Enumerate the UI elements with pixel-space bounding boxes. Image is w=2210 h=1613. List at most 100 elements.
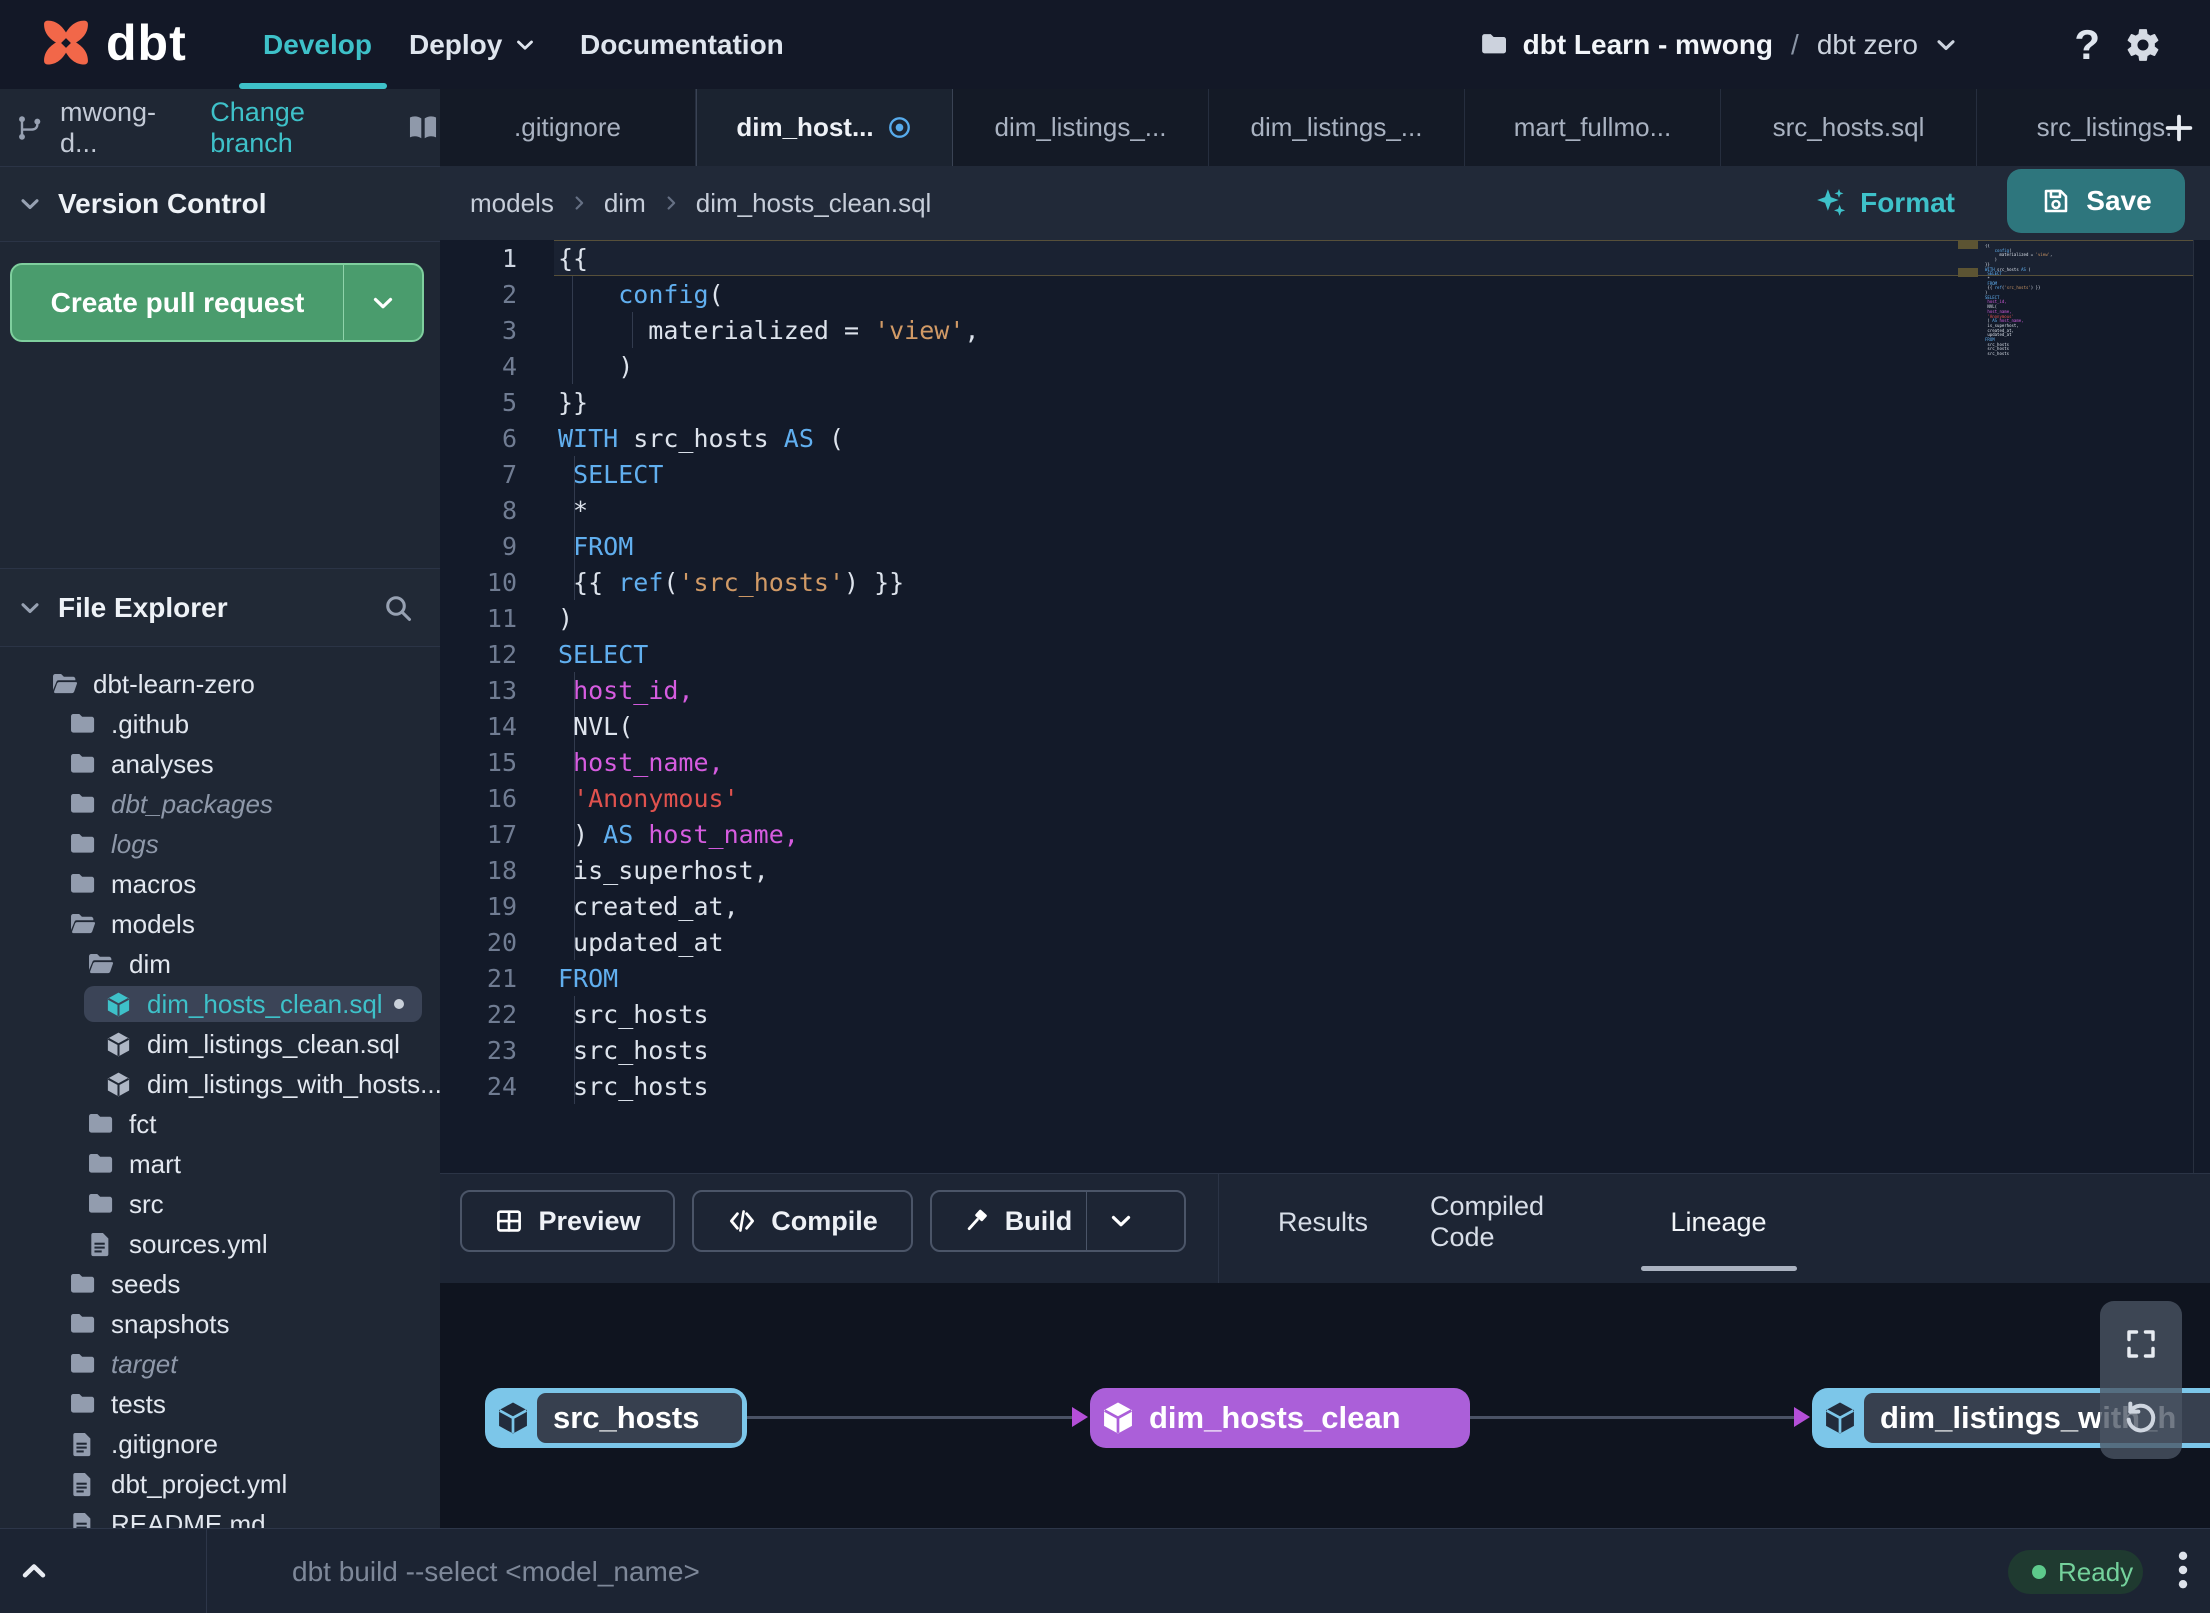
tree-item-label: fct: [129, 1108, 157, 1139]
tree-item-dbt-learn-zero[interactable]: dbt-learn-zero: [0, 664, 440, 704]
fullscreen-button[interactable]: [2100, 1307, 2182, 1381]
lineage-graph[interactable]: src_hosts dim_hosts_clean dim_listings_wit…: [440, 1283, 2210, 1528]
project-selector[interactable]: dbt Learn - mwong / dbt zero: [1479, 0, 1960, 89]
format-button[interactable]: Format: [1812, 166, 1955, 240]
tree-item-src[interactable]: src: [0, 1184, 440, 1224]
tree-item-dim[interactable]: dim: [0, 944, 440, 984]
build-dropdown[interactable]: [1086, 1192, 1155, 1250]
code-line-7[interactable]: 7 SELECT: [440, 456, 2210, 492]
reset-view-button[interactable]: [2100, 1381, 2182, 1455]
command-input[interactable]: dbt build --select <model_name>: [292, 1529, 700, 1613]
code-line-18[interactable]: 18 is_superhost,: [440, 852, 2210, 888]
create-pr-dropdown[interactable]: [343, 265, 422, 340]
nav-documentation[interactable]: Documentation: [580, 0, 784, 89]
tree-item-dim-listings-clean-sql[interactable]: dim_listings_clean.sql: [0, 1024, 440, 1064]
settings-button[interactable]: [2124, 0, 2162, 89]
tab-mart-fullmo[interactable]: mart_fullmo...: [1465, 89, 1721, 166]
code-line-4[interactable]: 4 ): [440, 348, 2210, 384]
panel-tab-lineage[interactable]: Lineage: [1670, 1174, 1766, 1270]
change-branch-link[interactable]: Change branch: [210, 97, 382, 159]
code-editor[interactable]: 1{{2 config(3 materialized = 'view', 4 ) 5…: [440, 240, 2210, 1173]
panel-tab-compiled-code[interactable]: Compiled Code: [1430, 1174, 1609, 1270]
tree-item-sources-yml[interactable]: sources.yml: [0, 1224, 440, 1264]
code-line-10[interactable]: 10 {{ ref('src_hosts') }}: [440, 564, 2210, 600]
folder-icon: [68, 750, 97, 779]
code-line-22[interactable]: 22 src_hosts: [440, 996, 2210, 1032]
tree-item-target[interactable]: target: [0, 1344, 440, 1384]
tree-item-mart[interactable]: mart: [0, 1144, 440, 1184]
code-line-1[interactable]: 1 {{: [440, 240, 2210, 276]
tab-dim-host[interactable]: dim_host...: [696, 89, 953, 166]
code-line-3[interactable]: 3 materialized = 'view',: [440, 312, 2210, 348]
new-tab-button[interactable]: [2162, 89, 2196, 166]
tree-item-models[interactable]: models: [0, 904, 440, 944]
chevron-down-icon: [512, 32, 538, 58]
help-button[interactable]: ?: [2074, 0, 2100, 89]
tab-dim-listings[interactable]: dim_listings_...: [953, 89, 1209, 166]
tab-src-hosts-sql[interactable]: src_hosts.sql: [1721, 89, 1977, 166]
create-pull-request-button[interactable]: Create pull request: [10, 263, 424, 342]
panel-tab-results[interactable]: Results: [1278, 1174, 1368, 1270]
code-line-16[interactable]: 16 'Anonymous': [440, 780, 2210, 816]
expand-panel-button[interactable]: [16, 1553, 52, 1589]
tree-item-fct[interactable]: fct: [0, 1104, 440, 1144]
lineage-node-src-hosts[interactable]: src_hosts: [485, 1388, 747, 1448]
tree-item-dbt-project-yml[interactable]: dbt_project.yml: [0, 1464, 440, 1504]
dbt-logo[interactable]: dbt: [38, 14, 187, 72]
build-button[interactable]: Build: [930, 1190, 1186, 1252]
breadcrumb-dim[interactable]: dim: [604, 188, 646, 219]
code-line-21[interactable]: 21 FROM: [440, 960, 2210, 996]
tree-item-dbt-packages[interactable]: dbt_packages: [0, 784, 440, 824]
file-explorer-header[interactable]: File Explorer: [0, 568, 440, 647]
book-icon[interactable]: [406, 111, 440, 145]
lineage-node-dim-hosts-clean[interactable]: dim_hosts_clean: [1090, 1388, 1470, 1448]
tree-item-analyses[interactable]: analyses: [0, 744, 440, 784]
code-line-14[interactable]: 14 NVL(: [440, 708, 2210, 744]
search-icon[interactable]: [382, 592, 414, 624]
code-line-19[interactable]: 19 created_at,: [440, 888, 2210, 924]
code-line-8[interactable]: 8 *: [440, 492, 2210, 528]
kebab-menu-icon[interactable]: [2160, 1547, 2206, 1593]
code-line-12[interactable]: 12 SELECT: [440, 636, 2210, 672]
code-line-24[interactable]: 24 src_hosts: [440, 1068, 2210, 1104]
current-branch[interactable]: mwong-d...: [60, 97, 184, 159]
floppy-icon: [2040, 185, 2072, 217]
code-line-5[interactable]: 5}}: [440, 384, 2210, 420]
nav-develop[interactable]: Develop: [263, 0, 372, 89]
code-line-11[interactable]: 11): [440, 600, 2210, 636]
code-line-17[interactable]: 17 ) AS host_name,: [440, 816, 2210, 852]
tree-item-macros[interactable]: macros: [0, 864, 440, 904]
nav-deploy[interactable]: Deploy: [409, 0, 538, 89]
code-line-20[interactable]: 20 updated_at: [440, 924, 2210, 960]
save-button[interactable]: Save: [2007, 169, 2185, 233]
button-label: Preview: [538, 1205, 641, 1236]
code-line-23[interactable]: 23 src_hosts: [440, 1032, 2210, 1068]
tree-item-seeds[interactable]: seeds: [0, 1264, 440, 1304]
tree-item-dim-hosts-clean-sql[interactable]: dim_hosts_clean.sql: [0, 984, 440, 1024]
preview-button[interactable]: Preview: [460, 1190, 675, 1252]
version-control-header[interactable]: Version Control: [0, 166, 440, 242]
compile-button[interactable]: Compile: [692, 1190, 913, 1252]
tree-item-tests[interactable]: tests: [0, 1384, 440, 1424]
folder-icon: [68, 1390, 97, 1419]
tree-item-snapshots[interactable]: snapshots: [0, 1304, 440, 1344]
code-line-6[interactable]: 6 WITH src_hosts AS (: [440, 420, 2210, 456]
tree-item-gitignore[interactable]: .gitignore: [0, 1424, 440, 1464]
tree-item-github[interactable]: .github: [0, 704, 440, 744]
breadcrumb-dim-hosts-clean-sql[interactable]: dim_hosts_clean.sql: [696, 188, 932, 219]
tab-dim-listings[interactable]: dim_listings_...: [1209, 89, 1465, 166]
code-line-2[interactable]: 2 config(: [440, 276, 2210, 312]
code-line-9[interactable]: 9 FROM: [440, 528, 2210, 564]
tab-gitignore[interactable]: .gitignore: [440, 89, 696, 166]
tree-item-dim-listings-with-hosts[interactable]: dim_listings_with_hosts...: [0, 1064, 440, 1104]
tree-item-readme-md[interactable]: README.md: [0, 1504, 440, 1528]
line-number: 2: [501, 279, 517, 309]
tree-item-label: .github: [111, 708, 190, 739]
tree-item-label: dbt_packages: [111, 788, 273, 819]
code-line-15[interactable]: 15 host_name,: [440, 744, 2210, 780]
breadcrumb-models[interactable]: models: [470, 188, 554, 219]
code-line-13[interactable]: 13 host_id,: [440, 672, 2210, 708]
tree-item-logs[interactable]: logs: [0, 824, 440, 864]
minimap[interactable]: {{ config( materialized = 'view', )}} WIT…: [1985, 244, 2135, 357]
tree-item-label: seeds: [111, 1268, 181, 1299]
